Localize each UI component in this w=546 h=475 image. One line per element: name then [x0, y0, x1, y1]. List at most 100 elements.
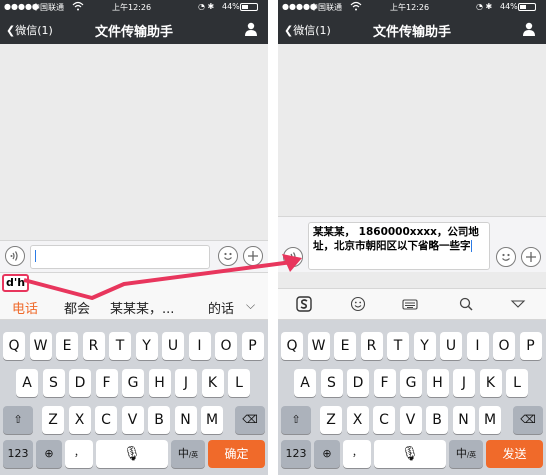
status-bar: ●●●●● 中国联通 上午12:26 ◔ ✱ 44% — [0, 0, 268, 14]
pinyin-composition: d'h — [2, 274, 30, 292]
backspace-icon: ⌫ — [520, 413, 536, 426]
key-m[interactable]: M — [201, 406, 223, 434]
key-q[interactable]: Q — [3, 332, 25, 360]
key-v[interactable]: V — [399, 406, 422, 434]
alarm-icon: ◔ ✱ — [198, 2, 215, 11]
key-d[interactable]: D — [69, 369, 91, 397]
key-w[interactable]: W — [29, 332, 52, 360]
confirm-key[interactable]: 确定 — [208, 440, 265, 468]
key-r[interactable]: R — [82, 332, 105, 360]
language-key[interactable]: 中/英 — [449, 440, 483, 468]
key-d[interactable]: D — [347, 369, 369, 397]
key-n[interactable]: N — [174, 406, 197, 434]
key-c[interactable]: C — [95, 406, 117, 434]
backspace-key[interactable]: ⌫ — [235, 406, 265, 434]
battery-icon — [518, 3, 536, 11]
search-icon[interactable] — [458, 296, 474, 312]
nav-bar: ❮微信(1) 文件传输助手 — [278, 14, 546, 44]
candidate-1[interactable]: 电话 — [12, 298, 38, 317]
globe-key[interactable]: ⊕ — [36, 440, 62, 468]
key-k[interactable]: K — [201, 369, 224, 397]
backspace-key[interactable]: ⌫ — [513, 406, 543, 434]
key-e[interactable]: E — [56, 332, 78, 360]
candidate-4[interactable]: 的话 — [208, 298, 234, 317]
key-i[interactable]: I — [466, 332, 489, 360]
key-s[interactable]: S — [320, 369, 343, 397]
message-input[interactable] — [30, 245, 210, 269]
key-h[interactable]: H — [148, 369, 171, 397]
comma-key[interactable]: ， — [343, 440, 371, 468]
language-key[interactable]: 中/英 — [171, 440, 205, 468]
user-profile-icon[interactable] — [244, 22, 258, 36]
space-key[interactable]: 🎙 — [374, 440, 446, 468]
battery-percent: 44% — [222, 2, 240, 11]
key-g[interactable]: G — [400, 369, 422, 397]
key-j[interactable]: J — [453, 369, 475, 397]
chevron-down-icon[interactable]: ⌵ — [246, 298, 255, 313]
key-l[interactable]: L — [506, 369, 528, 397]
key-e[interactable]: E — [334, 332, 356, 360]
key-x[interactable]: X — [68, 406, 91, 434]
key-q[interactable]: Q — [281, 332, 303, 360]
key-l[interactable]: L — [228, 369, 250, 397]
send-key[interactable]: 发送 — [486, 440, 543, 468]
sogou-logo-icon[interactable] — [296, 296, 312, 312]
space-key[interactable]: 🎙 — [96, 440, 168, 468]
key-t[interactable]: T — [387, 332, 409, 360]
key-p[interactable]: P — [519, 332, 542, 360]
emoji-icon[interactable] — [350, 296, 366, 312]
message-input[interactable]: 某某某， 1860000xxxx，公司地址，北京市朝阳区以下省略一些字 — [308, 222, 490, 270]
voice-button[interactable] — [283, 247, 303, 267]
key-c[interactable]: C — [373, 406, 395, 434]
key-z[interactable]: Z — [42, 406, 64, 434]
add-button[interactable] — [521, 247, 541, 267]
collapse-down-icon[interactable] — [510, 296, 526, 312]
key-a[interactable]: A — [294, 369, 316, 397]
shift-key[interactable]: ⇧ — [281, 406, 311, 434]
voice-button[interactable] — [5, 246, 25, 266]
add-button[interactable] — [243, 246, 263, 266]
key-g[interactable]: G — [122, 369, 144, 397]
key-b[interactable]: B — [148, 406, 170, 434]
candidate-3[interactable]: 某某某，... — [110, 298, 174, 317]
key-123[interactable]: 123 — [3, 440, 33, 468]
key-w[interactable]: W — [307, 332, 330, 360]
shift-key[interactable]: ⇧ — [3, 406, 33, 434]
key-u[interactable]: U — [162, 332, 184, 360]
key-y[interactable]: Y — [413, 332, 436, 360]
comma-key[interactable]: ， — [65, 440, 93, 468]
key-u[interactable]: U — [440, 332, 462, 360]
emoji-button[interactable] — [496, 247, 516, 267]
key-123[interactable]: 123 — [281, 440, 311, 468]
key-v[interactable]: V — [121, 406, 144, 434]
key-p[interactable]: P — [241, 332, 264, 360]
keyboard: QWERTYUIOP ASDFGHJKL ZXCVBNM ⇧ ⌫ 123 ⊕ ，… — [278, 320, 546, 475]
key-k[interactable]: K — [479, 369, 502, 397]
globe-key[interactable]: ⊕ — [314, 440, 340, 468]
key-y[interactable]: Y — [135, 332, 158, 360]
keyboard-icon[interactable] — [402, 296, 418, 312]
key-j[interactable]: J — [175, 369, 197, 397]
key-t[interactable]: T — [109, 332, 131, 360]
emoji-button[interactable] — [218, 246, 238, 266]
key-f[interactable]: F — [95, 369, 118, 397]
key-b[interactable]: B — [426, 406, 448, 434]
key-z[interactable]: Z — [320, 406, 342, 434]
key-h[interactable]: H — [426, 369, 449, 397]
key-x[interactable]: X — [346, 406, 369, 434]
candidate-2[interactable]: 都会 — [64, 298, 90, 317]
user-profile-icon[interactable] — [522, 22, 536, 36]
key-m[interactable]: M — [479, 406, 501, 434]
microphone-icon: 🎙 — [123, 446, 141, 462]
key-f[interactable]: F — [373, 369, 396, 397]
key-o[interactable]: O — [215, 332, 237, 360]
key-n[interactable]: N — [452, 406, 475, 434]
key-i[interactable]: I — [188, 332, 211, 360]
carrier-name: 中国联通 — [32, 3, 64, 12]
key-s[interactable]: S — [42, 369, 65, 397]
key-r[interactable]: R — [360, 332, 383, 360]
key-o[interactable]: O — [493, 332, 515, 360]
battery-level — [520, 5, 526, 9]
battery-icon — [240, 3, 258, 11]
key-a[interactable]: A — [16, 369, 38, 397]
